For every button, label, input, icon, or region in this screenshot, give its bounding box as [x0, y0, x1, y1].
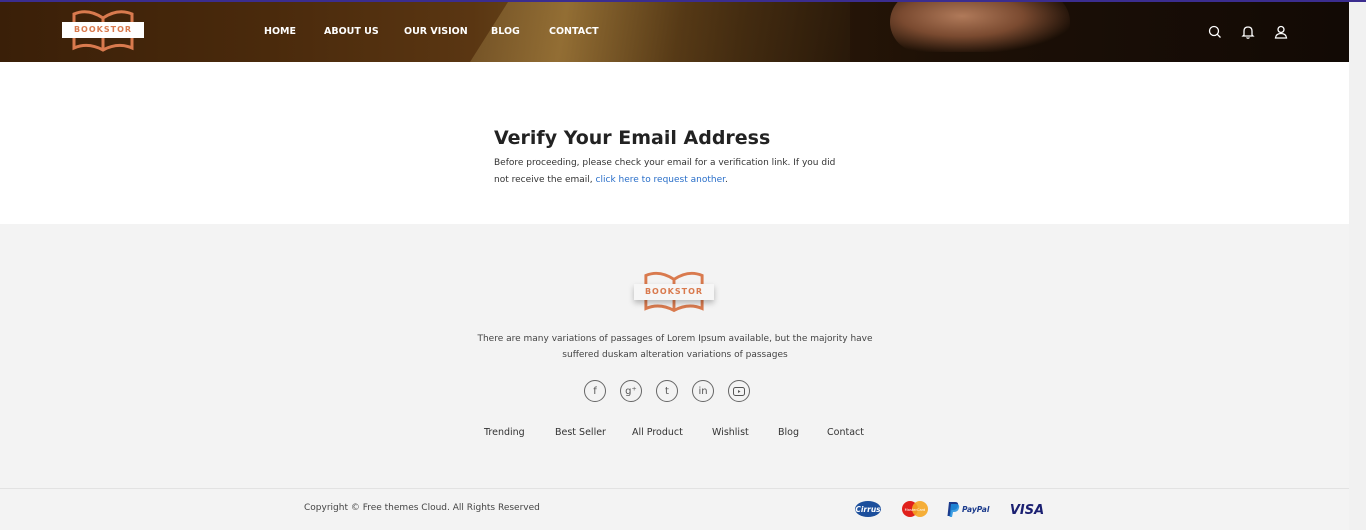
footer-description-line-1: There are many variations of passages of… [477, 334, 873, 344]
header-background-book [470, 2, 850, 62]
footer-logo[interactable]: BOOKSTOR [632, 268, 716, 316]
nav-home[interactable]: HOME [264, 26, 296, 37]
nav-about-us[interactable]: ABOUT US [324, 26, 379, 37]
verify-email-title: Verify Your Email Address [494, 127, 771, 149]
google-plus-icon[interactable]: g⁺ [620, 380, 642, 402]
footer-link-blog[interactable]: Blog [778, 427, 799, 438]
verify-email-message: Before proceeding, please check your ema… [494, 155, 864, 189]
user-icon[interactable] [1273, 24, 1289, 40]
footer-description: There are many variations of passages of… [466, 331, 884, 363]
linkedin-icon[interactable]: in [692, 380, 714, 402]
header-background-hand [890, 2, 1070, 52]
facebook-icon[interactable]: f [584, 380, 606, 402]
svg-text:PayPal: PayPal [962, 505, 990, 514]
footer-link-wishlist[interactable]: Wishlist [712, 427, 749, 438]
visa-logo: VISA [1010, 503, 1044, 518]
search-icon[interactable] [1207, 24, 1223, 40]
svg-text:MasterCard: MasterCard [905, 508, 926, 512]
nav-blog[interactable]: BLOG [491, 26, 520, 37]
verify-line-2-prefix: not receive the email, [494, 175, 593, 185]
verify-line-1: Before proceeding, please check your ema… [494, 158, 836, 168]
site-header [0, 2, 1349, 62]
footer-link-trending[interactable]: Trending [484, 427, 525, 438]
footer-divider [0, 488, 1349, 489]
footer-link-all-product[interactable]: All Product [632, 427, 683, 438]
footer-logo-text: BOOKSTOR [634, 284, 714, 300]
site-logo[interactable]: BOOKSTOR [62, 8, 144, 54]
footer-description-line-2: suffered duskam alteration variations of… [562, 350, 788, 360]
logo-text: BOOKSTOR [62, 22, 144, 38]
nav-contact[interactable]: CONTACT [549, 26, 599, 37]
bell-icon[interactable] [1240, 24, 1256, 40]
copyright-text: Copyright © Free themes Cloud. All Right… [304, 503, 540, 513]
mastercard-logo: MasterCard [902, 501, 928, 517]
page-scrollbar[interactable] [1349, 2, 1366, 530]
youtube-icon[interactable] [728, 380, 750, 402]
svg-text:Cirrus: Cirrus [855, 505, 881, 514]
footer-link-contact[interactable]: Contact [827, 427, 864, 438]
resend-verification-link[interactable]: click here to request another [596, 175, 725, 185]
footer-link-best-seller[interactable]: Best Seller [555, 427, 606, 438]
tumblr-icon[interactable]: t [656, 380, 678, 402]
nav-our-vision[interactable]: OUR VISION [404, 26, 468, 37]
cirrus-logo: Cirrus [855, 501, 881, 517]
verify-line-2-suffix: . [725, 175, 728, 185]
paypal-logo: PayPal [947, 502, 990, 517]
youtube-play-glyph [733, 386, 745, 396]
svg-text:VISA: VISA [1010, 503, 1044, 518]
